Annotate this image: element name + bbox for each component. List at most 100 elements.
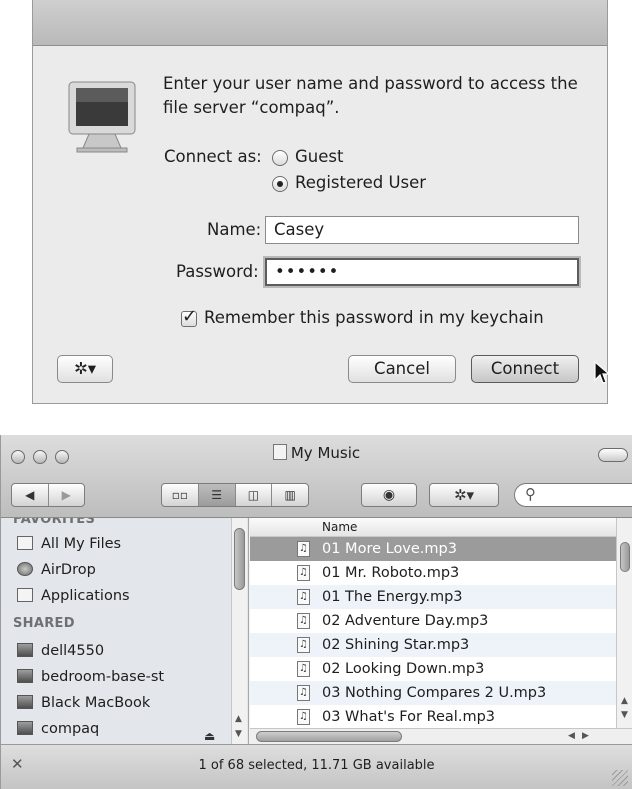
file-row[interactable]: ♫ 02 Adventure Day.mp3	[250, 609, 616, 633]
eject-icon[interactable]: ⏏	[204, 729, 215, 743]
back-button[interactable]: ◀	[12, 484, 48, 506]
file-row[interactable]: ♫ 03 Nothing Compares 2 U.mp3	[250, 681, 616, 705]
remember-password-label[interactable]: Remember this password in my keychain	[204, 307, 544, 329]
file-row[interactable]: ♫ 01 More Love.mp3	[250, 537, 616, 561]
audio-file-icon: ♫	[297, 565, 310, 581]
computer-icon	[17, 669, 33, 683]
audio-file-icon: ♫	[297, 661, 310, 677]
status-text: 1 of 68 selected, 11.71 GB available	[198, 758, 435, 773]
file-name: 03 Nothing Compares 2 U.mp3	[322, 685, 547, 701]
view-mode-control: ▫▫ ☰ ◫ ▥	[161, 483, 309, 507]
back-forward-control: ◀ ▶	[11, 483, 85, 507]
file-row[interactable]: ♫ 02 Looking Down.mp3	[250, 657, 616, 681]
sidebar-item-all-my-files[interactable]: All My Files	[17, 532, 121, 556]
search-icon: ⚲	[525, 485, 536, 503]
server-monitor-icon	[68, 81, 136, 153]
quick-look-button[interactable]: ◉	[361, 483, 417, 507]
connect-as-label: Connect as:	[164, 147, 262, 166]
finder-toolbar: My Music ◀ ▶ ▫▫ ☰ ◫ ▥ ◉ ✲▾ ⚲	[1, 435, 632, 518]
column-header-label: Name	[322, 520, 358, 534]
registered-user-radio[interactable]	[272, 176, 288, 192]
icon-view-button[interactable]: ▫▫	[162, 484, 198, 506]
checkmark-icon: ✓	[182, 306, 198, 327]
file-list-scrollbar[interactable]: ▲ ▼	[616, 518, 632, 728]
shared-heading: SHARED	[13, 616, 75, 631]
all-files-icon	[17, 536, 33, 550]
action-menu-button[interactable]: ✲▾	[57, 355, 113, 383]
finder-sidebar: FAVORITES All My Files AirDrop Applicati…	[1, 518, 249, 744]
sidebar-item-label: Applications	[41, 588, 130, 604]
horizontal-scroll-thumb[interactable]	[256, 731, 402, 742]
sidebar-item-applications[interactable]: Applications	[17, 584, 130, 608]
guest-radio-label[interactable]: Guest	[295, 146, 343, 168]
file-name: 01 More Love.mp3	[322, 541, 457, 557]
file-name: 01 The Energy.mp3	[322, 589, 463, 605]
folder-icon	[272, 444, 287, 460]
gear-icon: ✲▾	[453, 486, 475, 504]
file-list: Name ♫ 01 More Love.mp3 ♫ 01 Mr. Roboto.mp…	[250, 518, 616, 728]
applications-icon	[17, 588, 33, 602]
file-row[interactable]: ♫ 01 Mr. Roboto.mp3	[250, 561, 616, 585]
sidebar-item-airdrop[interactable]: AirDrop	[17, 558, 96, 582]
airdrop-icon	[17, 562, 33, 576]
cover-flow-view-button[interactable]: ▥	[271, 484, 308, 506]
sidebar-item-label: All My Files	[41, 536, 122, 552]
sidebar-item-label: dell4550	[41, 643, 105, 659]
favorites-heading: FAVORITES	[13, 518, 96, 527]
scroll-up-arrow[interactable]: ▲	[235, 714, 242, 724]
name-column-header[interactable]: Name	[250, 518, 616, 537]
sidebar-item-black-macbook[interactable]: Black MacBook	[17, 691, 150, 715]
password-field[interactable]: ••••••	[265, 258, 579, 286]
connect-button[interactable]: Connect	[471, 355, 579, 383]
name-field[interactable]: Casey	[265, 216, 579, 244]
file-name: 01 Mr. Roboto.mp3	[322, 565, 460, 581]
status-bar: ✕ 1 of 68 selected, 11.71 GB available	[1, 744, 632, 789]
file-row[interactable]: ♫ 01 The Energy.mp3	[250, 585, 616, 609]
computer-icon	[17, 643, 33, 657]
search-field[interactable]: ⚲	[514, 483, 632, 507]
remember-password-checkbox[interactable]: ✓	[181, 306, 197, 327]
scroll-left-arrow[interactable]: ◀	[568, 731, 575, 741]
horizontal-scrollbar[interactable]: ◀ ▶	[250, 728, 632, 744]
sidebar-scroll-thumb[interactable]	[234, 528, 245, 590]
window-title: My Music	[1, 444, 632, 462]
audio-file-icon: ♫	[297, 637, 310, 653]
column-view-button[interactable]: ◫	[234, 484, 272, 506]
sidebar-item-bedroom-base-st[interactable]: bedroom-base-st	[17, 665, 164, 689]
sidebar-scrollbar[interactable]: ▲ ▼	[231, 518, 247, 744]
audio-file-icon: ♫	[297, 589, 310, 605]
cancel-button[interactable]: Cancel	[348, 355, 456, 383]
list-view-button[interactable]: ☰	[197, 484, 235, 506]
forward-button[interactable]: ▶	[47, 484, 85, 506]
file-name: 02 Adventure Day.mp3	[322, 613, 489, 629]
registered-user-radio-label[interactable]: Registered User	[295, 172, 426, 194]
guest-radio[interactable]	[272, 150, 288, 166]
sidebar-item-dell4550[interactable]: dell4550	[17, 639, 104, 663]
file-name: 02 Looking Down.mp3	[322, 661, 485, 677]
toolbar-toggle-button[interactable]	[598, 448, 628, 462]
audio-file-icon: ♫	[297, 685, 310, 701]
file-list-scroll-thumb[interactable]	[620, 542, 630, 572]
file-name: 03 What's For Real.mp3	[322, 709, 495, 725]
scroll-right-arrow[interactable]: ▶	[582, 731, 589, 741]
sidebar-item-label: compaq	[41, 721, 100, 737]
eye-icon: ◉	[382, 487, 396, 503]
sidebar-item-label: Black MacBook	[41, 695, 151, 711]
name-label: Name:	[207, 220, 262, 239]
scroll-down-arrow[interactable]: ▼	[235, 729, 242, 739]
file-row[interactable]: ♫ 03 What's For Real.mp3	[250, 705, 616, 728]
resize-grip[interactable]	[612, 770, 628, 786]
scroll-down-arrow[interactable]: ▼	[621, 710, 628, 720]
password-label: Password:	[176, 262, 259, 281]
laptop-icon	[17, 695, 33, 709]
dialog-titlebar	[33, 0, 607, 46]
file-row[interactable]: ♫ 02 Shining Star.mp3	[250, 633, 616, 657]
audio-file-icon: ♫	[297, 709, 310, 725]
mouse-pointer-icon	[594, 360, 611, 384]
action-gear-button[interactable]: ✲▾	[429, 483, 499, 507]
audio-file-icon: ♫	[297, 613, 310, 629]
sidebar-item-compaq[interactable]: compaq	[17, 717, 99, 741]
scroll-up-arrow[interactable]: ▲	[621, 696, 628, 706]
sidebar-item-label: AirDrop	[41, 562, 96, 578]
file-name: 02 Shining Star.mp3	[322, 637, 470, 653]
